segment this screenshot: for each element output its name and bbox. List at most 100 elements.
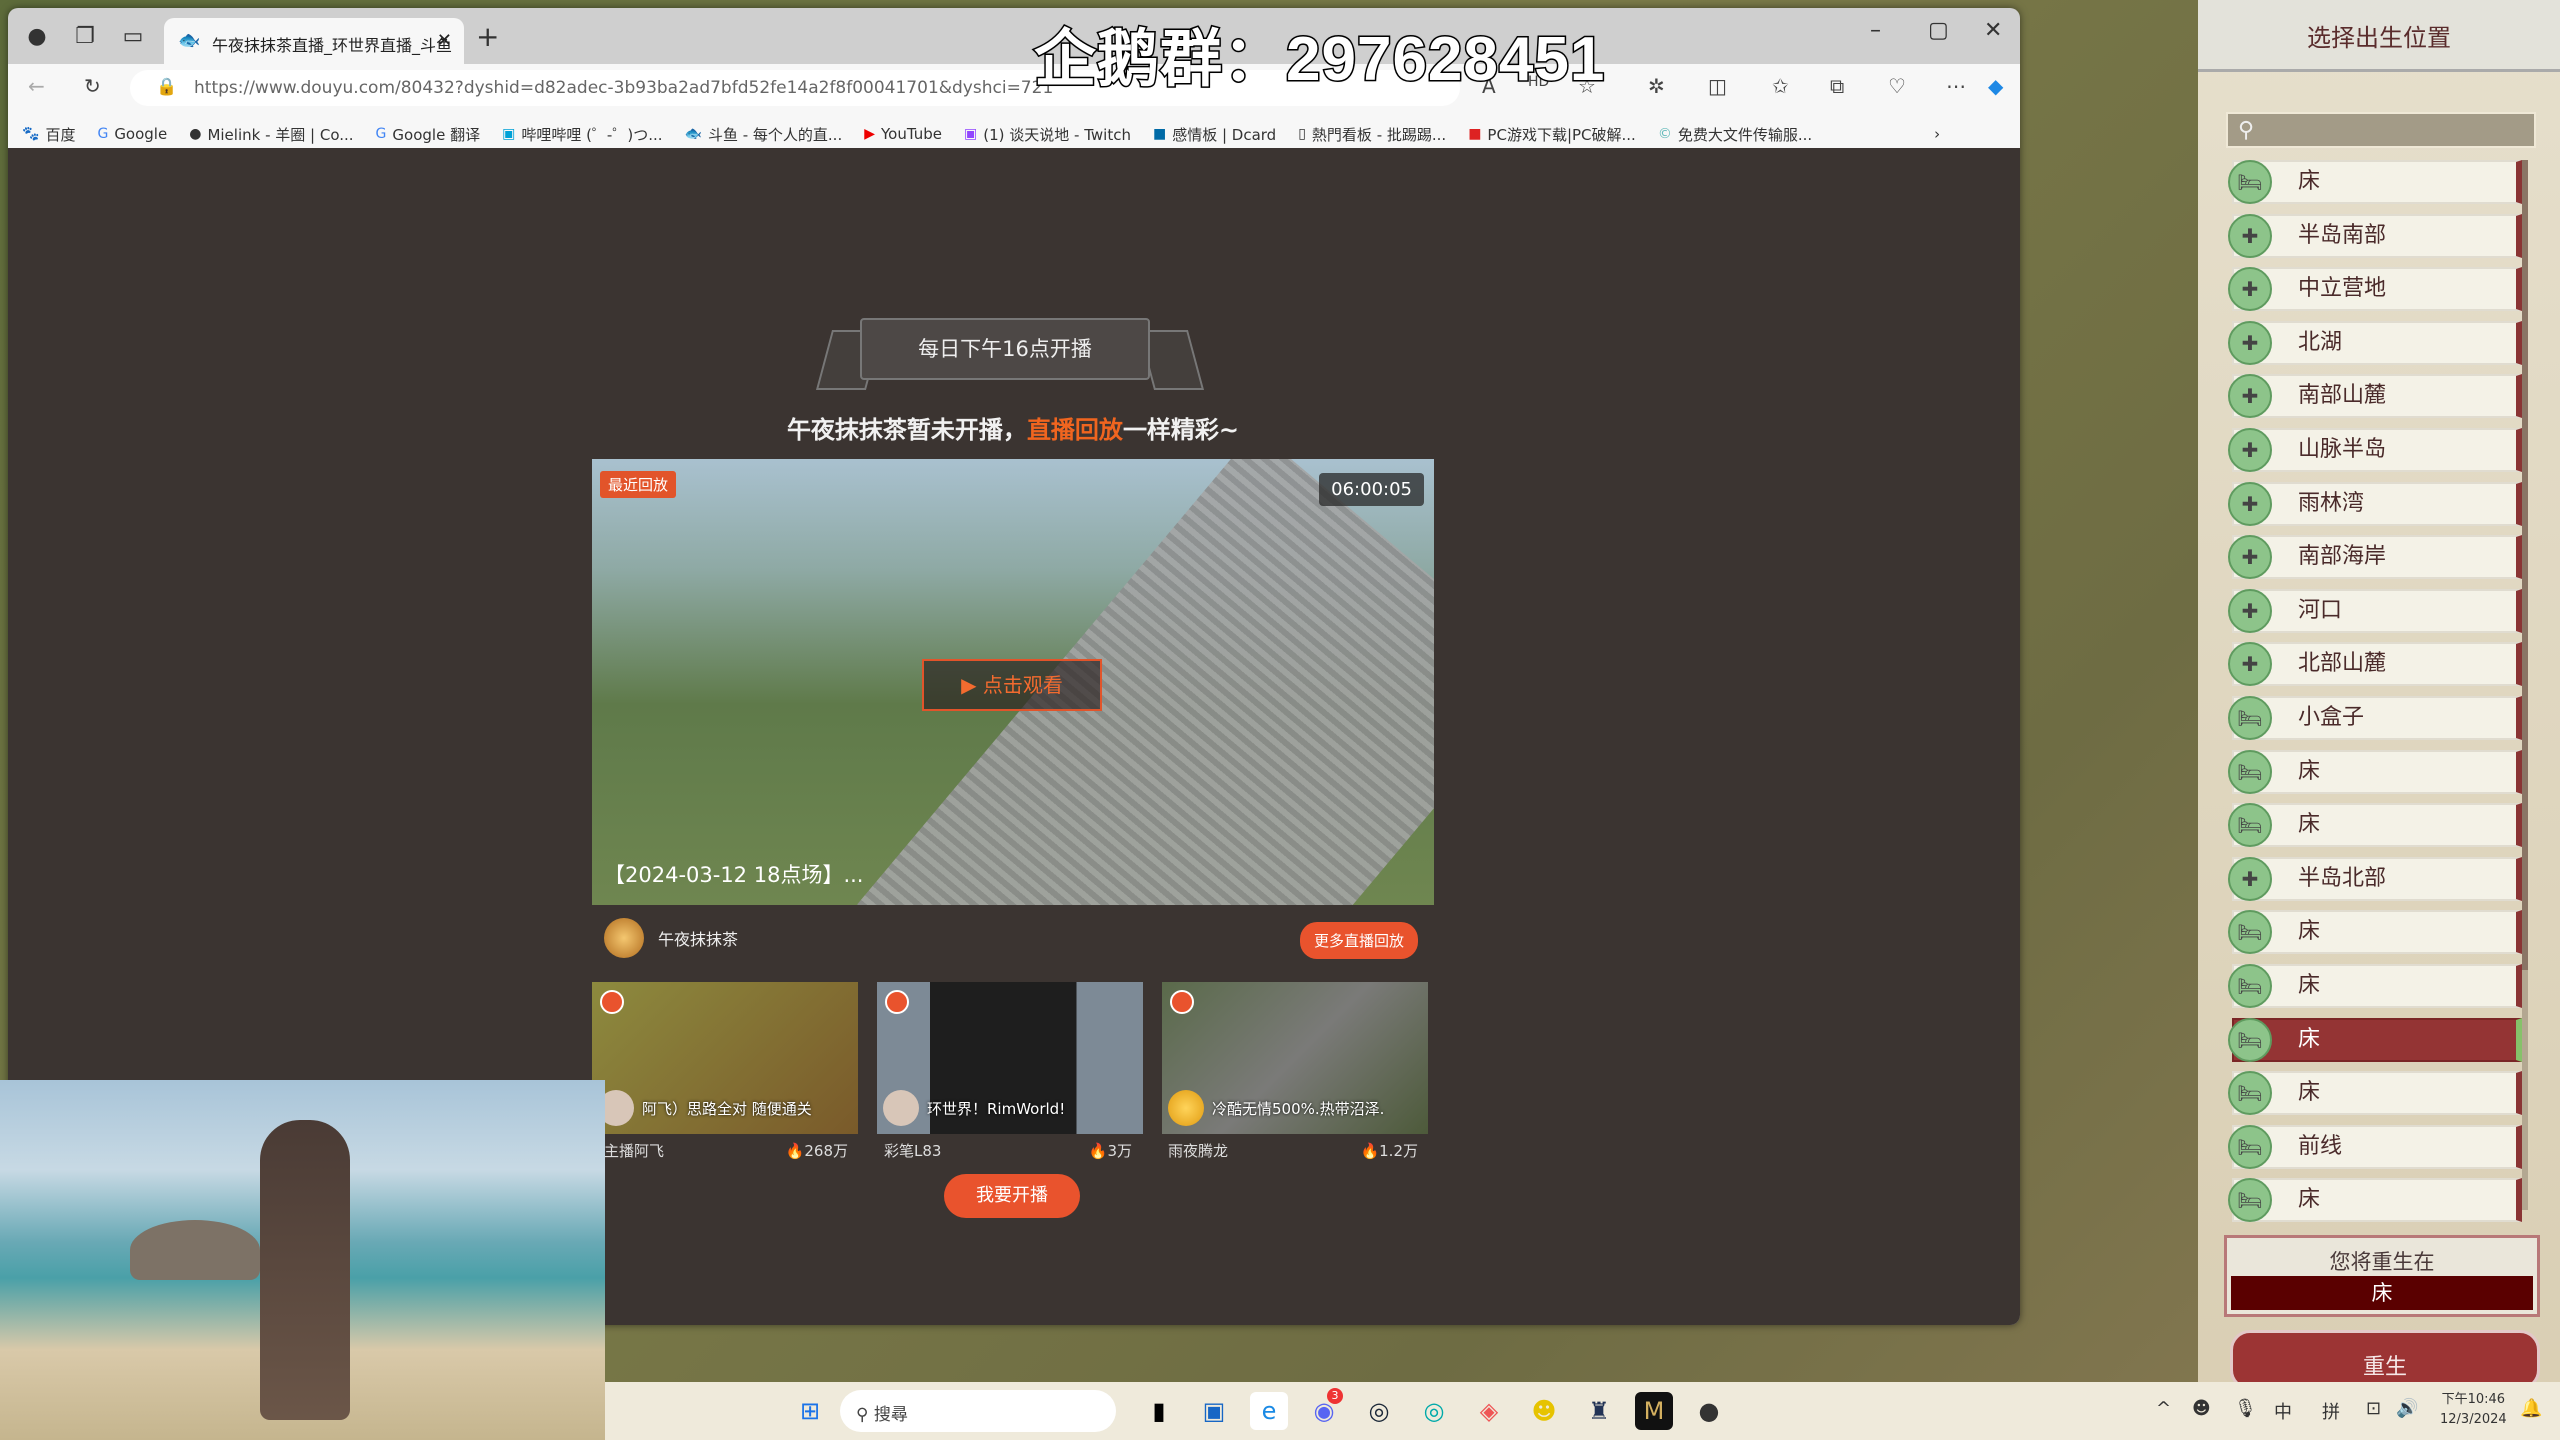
bookmark[interactable]: G Google [97, 120, 167, 148]
bookmark[interactable]: © 免费大文件传输服... [1658, 120, 1812, 148]
tray-app-icon[interactable]: ☻ [2192, 1398, 2211, 1419]
taskbar-search[interactable]: ⚲ 搜尋 [840, 1390, 1116, 1432]
spawn-point-item[interactable]: 河口 [2232, 588, 2522, 633]
spawn-point-item[interactable]: 床 [2232, 1071, 2522, 1116]
spawn-point-item[interactable]: 床 [2232, 803, 2522, 848]
spawn-point-item[interactable]: 南部山麓 [2232, 374, 2522, 419]
back-icon[interactable]: ← [28, 74, 45, 98]
ime-mode[interactable]: 中 [2274, 1398, 2292, 1424]
webcam-overlay [0, 1080, 605, 1440]
tray-chevron-icon[interactable]: ^ [2156, 1398, 2171, 1419]
minimize-button[interactable]: – [1870, 18, 1881, 43]
discord-icon[interactable]: ◉ 3 [1305, 1388, 1343, 1430]
bookmark[interactable]: 🐟 斗鱼 - 每个人的直... [685, 120, 843, 148]
bookmark[interactable]: ■ PC游戏下载|PC破解... [1468, 120, 1636, 148]
bookmark[interactable]: ▯ 熱門看板 - 批踢踢... [1298, 120, 1446, 148]
obs-icon[interactable]: ● [1690, 1392, 1728, 1430]
spawn-select-panel: 选择出生位置 ⚲ 床 🛏 半岛南部 ✚ 中立营地 ✚ 北湖 ✚ 南部山麓 ✚ 山脉半岛 ✚ 雨林湾 ✚ 南部… [2198, 0, 2560, 1440]
card-heat: 🔥3万 [1088, 1142, 1132, 1160]
spawn-point-item[interactable]: 床 [2232, 1178, 2522, 1223]
microphone-icon[interactable]: 🎙 [2234, 1398, 2257, 1419]
obelisk-icon: ✚ [2228, 213, 2272, 258]
bookmark[interactable]: G Google 翻译 [376, 120, 481, 148]
spawn-point-item[interactable]: 床 [2232, 910, 2522, 955]
profile-icon[interactable]: ● [22, 22, 52, 52]
more-replays-button[interactable]: 更多直播回放 [1300, 922, 1419, 959]
bookmark[interactable]: ■ 感情板 | Dcard [1153, 120, 1276, 148]
spawn-point-item[interactable]: 床 [2232, 160, 2522, 204]
close-tab-icon[interactable]: ✕ [437, 30, 452, 51]
card-streamer-name[interactable]: 主播阿飞 [604, 1140, 664, 1161]
bookmark[interactable]: ▣ 哔哩哔哩 (゜-゜)つ... [502, 120, 662, 148]
start-icon[interactable]: ⊞ [791, 1392, 829, 1430]
store-icon[interactable]: ▣ [1195, 1392, 1233, 1430]
bookmark[interactable]: ▣ (1) 谈天说地 - Twitch [964, 120, 1131, 148]
bookmark[interactable]: ● Mielink - 羊圈 | Co... [189, 120, 353, 148]
favorites-icon[interactable]: ✩ [1772, 74, 1789, 98]
clock[interactable]: 下午10:46 12/3/2024 [2440, 1390, 2507, 1430]
notification-icon[interactable]: 🔔 [2520, 1398, 2542, 1419]
refresh-icon[interactable]: ↻ [84, 74, 101, 98]
respawn-button[interactable]: 重生 [2230, 1330, 2540, 1390]
bookmarks-more-icon[interactable]: › [1934, 120, 1940, 148]
obelisk-icon: ✚ [2228, 481, 2272, 526]
steam-icon[interactable]: ◎ [1360, 1392, 1398, 1430]
close-window-button[interactable]: ✕ [1984, 18, 2002, 43]
replay-video[interactable]: 最近回放 06:00:05 ▶ 点击观看 【2024-03-12 18点场】..… [592, 459, 1434, 905]
app-icon[interactable]: M [1635, 1392, 1673, 1430]
spawn-point-item[interactable]: 雨林湾 [2232, 481, 2522, 526]
recommend-card[interactable]: 环世界！RimWorld! [877, 982, 1143, 1134]
spawn-point-item[interactable]: 南部海岸 [2232, 535, 2522, 580]
browser-health-icon[interactable]: ♡ [1888, 74, 1906, 98]
spawn-point-item[interactable]: 北部山麓 [2232, 642, 2522, 687]
app-icon[interactable]: ◈ [1470, 1392, 1508, 1430]
recommend-card[interactable]: 阿飞）思路全对 随便通关 [592, 982, 858, 1134]
app-icon[interactable]: ☻ [1525, 1392, 1563, 1430]
spawn-point-item[interactable]: 床 [2232, 964, 2522, 1008]
copilot-icon[interactable]: ◆ [1988, 74, 2003, 98]
app-icon[interactable]: ◎ [1415, 1392, 1453, 1430]
live-icon [885, 990, 909, 1014]
spawn-point-item[interactable]: 床 [2232, 749, 2522, 794]
recommend-card[interactable]: 冷酷无情500%.热带沼泽. [1162, 982, 1428, 1134]
bed-icon: 🛏 [2228, 1017, 2272, 1062]
baidu-icon: 🐾 [22, 126, 40, 142]
bookmark[interactable]: 🐾 百度 [22, 120, 75, 148]
spawn-point-item[interactable]: 中立营地 [2232, 267, 2522, 312]
replay-link[interactable]: 直播回放 [1027, 416, 1123, 444]
go-live-button[interactable]: 我要开播 [944, 1174, 1080, 1218]
obelisk-icon: ✚ [2228, 320, 2272, 365]
workspaces-icon[interactable]: ❐ [70, 22, 100, 52]
app-icon[interactable]: ♜ [1580, 1392, 1618, 1430]
spawn-point-item[interactable]: 半岛南部 [2232, 213, 2522, 258]
spawn-point-item[interactable]: 床 [2232, 1017, 2522, 1062]
maximize-button[interactable]: ▢ [1928, 18, 1949, 43]
more-icon[interactable]: ⋯ [1946, 74, 1966, 98]
spawn-point-item[interactable]: 半岛北部 [2232, 856, 2522, 901]
volume-icon[interactable]: 🔊 [2396, 1398, 2418, 1419]
card-streamer-name[interactable]: 雨夜腾龙 [1168, 1140, 1228, 1161]
tab-actions-icon[interactable]: ▭ [118, 22, 148, 52]
streamer-info[interactable]: 午夜抹抹茶 [604, 918, 738, 958]
spawn-point-item[interactable]: 山脉半岛 [2232, 428, 2522, 472]
bookmark[interactable]: ▶ YouTube [864, 120, 942, 148]
respawn-label: 您将重生在 [2329, 1250, 2435, 1274]
avatar [883, 1090, 919, 1126]
new-tab-button[interactable]: + [476, 20, 499, 53]
search-icon: ⚲ [856, 1405, 874, 1425]
collections-icon[interactable]: ⧉ [1830, 74, 1844, 98]
spawn-point-item[interactable]: 前线 [2232, 1124, 2522, 1169]
edge-icon[interactable]: e [1250, 1392, 1288, 1430]
spawn-point-item[interactable]: 小盒子 [2232, 696, 2522, 740]
watch-button[interactable]: ▶ 点击观看 [922, 659, 1102, 711]
split-screen-icon[interactable]: ◫ [1708, 74, 1727, 98]
card-streamer-name[interactable]: 彩笔L83 [884, 1140, 941, 1161]
file-explorer-icon[interactable]: ▮ [1140, 1392, 1178, 1430]
scrollbar-thumb[interactable] [2522, 160, 2528, 970]
ime-pinyin[interactable]: 拼 [2322, 1398, 2340, 1424]
extensions-icon[interactable]: ✲ [1648, 74, 1665, 98]
spawn-point-item[interactable]: 北湖 [2232, 320, 2522, 365]
network-icon[interactable]: ⊡ [2366, 1398, 2381, 1419]
tab-douyu[interactable]: 🐟 午夜抹抹茶直播_环世界直播_斗鱼 ✕ [164, 18, 464, 64]
spawn-search-input[interactable]: ⚲ [2226, 112, 2536, 148]
